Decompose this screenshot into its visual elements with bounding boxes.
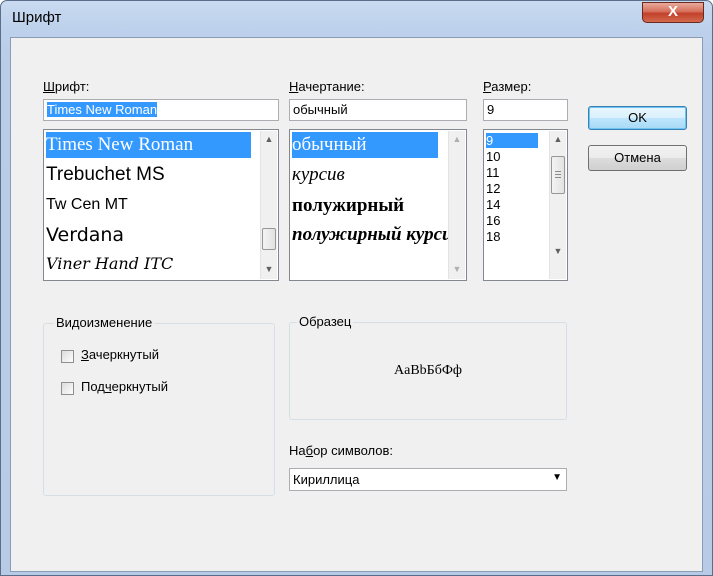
scroll-up-arrow-icon[interactable]: ▲ xyxy=(261,131,277,148)
scroll-up-arrow-icon[interactable]: ▲ xyxy=(550,131,566,148)
size-list[interactable]: 9 10 11 12 14 16 18 ▲ ▼ xyxy=(483,129,568,281)
charset-select-value: Кириллица xyxy=(293,472,360,487)
font-list-item[interactable]: Times New Roman xyxy=(46,132,251,158)
font-list-scrollbar[interactable]: ▲ ▼ xyxy=(260,131,277,279)
font-input-value: Times New Roman xyxy=(47,102,158,117)
effects-group-title: Видоизменение xyxy=(54,315,155,330)
size-list-item[interactable]: 11 xyxy=(486,165,500,180)
close-button[interactable]: X xyxy=(642,2,704,23)
grip-line xyxy=(555,171,561,172)
size-list-item[interactable]: 12 xyxy=(486,181,500,196)
font-dialog-window: Шрифт X Шрифт: Times New Roman Times New… xyxy=(0,0,713,576)
size-input-value: 9 xyxy=(487,102,495,117)
size-list-item[interactable]: 18 xyxy=(486,229,500,244)
cancel-button[interactable]: Отмена xyxy=(588,145,687,171)
window-title: Шрифт xyxy=(12,9,62,26)
font-input[interactable]: Times New Roman xyxy=(43,99,279,121)
strikethrough-label[interactable]: Зачеркнутый xyxy=(81,347,159,362)
charset-label: Набор символов: xyxy=(289,443,394,458)
style-list[interactable]: обычный курсив полужирный полужирный кур… xyxy=(289,129,467,281)
size-input[interactable]: 9 xyxy=(483,99,568,121)
ok-button[interactable]: OK xyxy=(588,106,687,130)
size-list-item[interactable]: 14 xyxy=(486,197,500,212)
size-list-item[interactable]: 9 xyxy=(486,133,538,148)
style-list-item[interactable]: полужирный xyxy=(292,193,404,219)
close-icon: X xyxy=(667,3,678,20)
size-list-item[interactable]: 16 xyxy=(486,213,500,228)
font-label: Шрифт: xyxy=(43,79,90,94)
effects-group xyxy=(43,323,275,496)
font-list[interactable]: Times New Roman Trebuchet MS Tw Cen MT V… xyxy=(43,129,279,281)
font-list-item[interactable]: Verdana xyxy=(46,222,124,248)
size-list-item[interactable]: 10 xyxy=(486,149,500,164)
scroll-down-arrow-icon[interactable]: ▼ xyxy=(261,261,277,278)
charset-select[interactable]: Кириллица ▼ xyxy=(289,468,567,491)
style-list-item[interactable]: обычный xyxy=(292,132,438,158)
style-list-item[interactable]: курсив xyxy=(292,162,345,188)
dialog-client-area: Шрифт: Times New Roman Times New Roman T… xyxy=(10,37,703,572)
style-label: Начертание: xyxy=(289,79,365,94)
font-list-item[interactable]: Tw Cen MT xyxy=(46,193,128,217)
sample-group-title: Образец xyxy=(297,314,354,329)
scroll-down-arrow-icon[interactable]: ▼ xyxy=(449,261,465,278)
scroll-up-arrow-icon[interactable]: ▲ xyxy=(449,131,465,148)
font-list-item[interactable]: Viner Hand ITC xyxy=(46,251,173,277)
strikethrough-checkbox[interactable] xyxy=(61,350,74,363)
scroll-thumb[interactable] xyxy=(551,156,565,194)
grip-line xyxy=(555,174,561,175)
font-list-item[interactable]: Trebuchet MS xyxy=(46,162,165,188)
style-input-value: обычный xyxy=(293,102,348,117)
underline-label[interactable]: Подчеркнутый xyxy=(81,379,168,394)
size-label: Размер: xyxy=(483,79,532,94)
style-list-item[interactable]: полужирный курсив xyxy=(292,222,461,248)
chevron-down-icon[interactable]: ▼ xyxy=(552,472,562,483)
scroll-thumb[interactable] xyxy=(262,228,276,250)
size-list-scrollbar[interactable]: ▲ ▼ xyxy=(549,131,566,279)
underline-checkbox[interactable] xyxy=(61,382,74,395)
style-list-scrollbar[interactable]: ▲ ▼ xyxy=(448,131,465,279)
grip-line xyxy=(555,177,561,178)
style-input[interactable]: обычный xyxy=(289,99,467,121)
sample-preview-text: AaBbБбФф xyxy=(394,363,462,378)
scroll-down-arrow-icon[interactable]: ▼ xyxy=(550,243,566,260)
